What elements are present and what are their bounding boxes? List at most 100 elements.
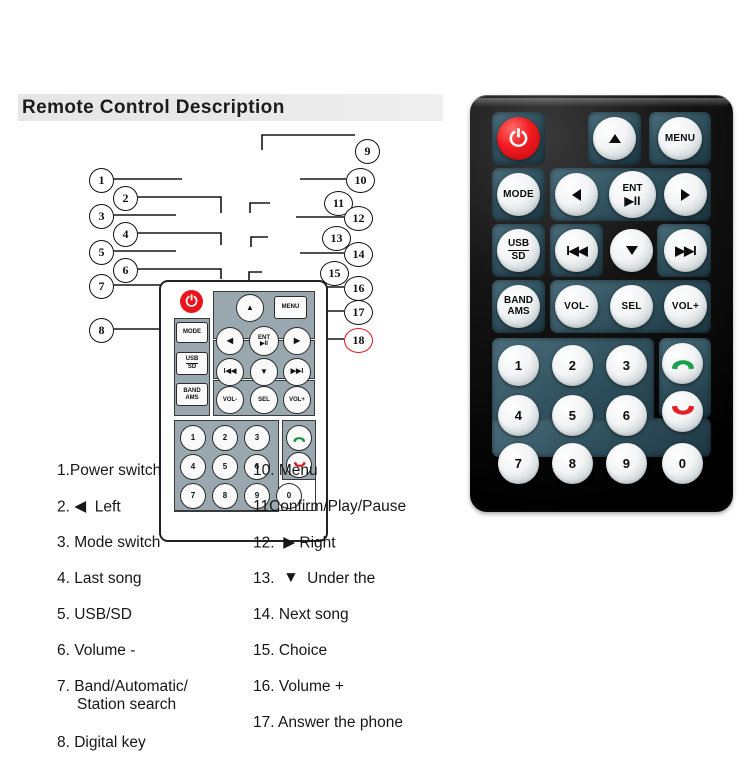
usb-sd-button[interactable]: USB SD	[497, 229, 540, 272]
small-sel-button[interactable]: SEL	[250, 386, 278, 414]
small-key-3[interactable]: 3	[255, 433, 259, 442]
small-mode-button[interactable]: MODE	[176, 322, 208, 343]
sel-label: SEL	[621, 300, 642, 312]
callout-7[interactable]: 7	[89, 274, 114, 299]
small-ams-label: AMS	[185, 394, 199, 401]
small-power-button[interactable]: ⏻	[180, 290, 203, 313]
key-6[interactable]: 6	[606, 395, 647, 436]
callout-8[interactable]: 8	[89, 318, 114, 343]
small-vol-up-label: VOL+	[289, 396, 305, 403]
callout-4[interactable]: 4	[113, 222, 138, 247]
description-item-7: 7. Band/Automatic/ Station search	[57, 678, 188, 713]
key-7[interactable]: 7	[498, 443, 539, 484]
small-up-button[interactable]: ▲	[236, 294, 264, 322]
power-icon: ⏻	[185, 293, 198, 310]
ams-label: AMS	[507, 305, 530, 317]
mode-button[interactable]: MODE	[497, 173, 540, 216]
small-menu-button[interactable]: MENU	[274, 296, 307, 319]
up-button[interactable]	[593, 117, 636, 160]
small-usb-label: USB	[185, 356, 199, 364]
small-vol-up-button[interactable]: VOL+	[283, 386, 311, 414]
callout-14[interactable]: 14	[344, 242, 373, 267]
small-down-button[interactable]: ▼	[250, 358, 278, 386]
description-item-5: 5. USB/SD	[57, 606, 132, 623]
select-button[interactable]: SEL	[610, 285, 653, 328]
small-prev-button[interactable]: I◀◀	[216, 358, 244, 386]
next-track-icon: ▶▶I	[290, 368, 304, 376]
callout-17[interactable]: 17	[344, 300, 373, 325]
remote-control-description-page: Remote Control Description ⏻ MODE USB SD…	[0, 0, 750, 751]
mode-label: MODE	[503, 188, 534, 200]
small-left-button[interactable]: ◀	[216, 327, 244, 355]
description-item-2: 2. ◀ Left	[57, 498, 121, 516]
down-arrow-icon	[625, 246, 638, 255]
description-item-14: 14. Next song	[253, 606, 349, 623]
ent-label: ENT	[622, 182, 643, 194]
key-9[interactable]: 9	[606, 443, 647, 484]
remote-photo: ⏻ MENU MODE ENT ▶II USB SD I◀◀ ▶▶I BAND …	[470, 95, 733, 512]
callout-16[interactable]: 16	[344, 276, 373, 301]
small-answer-call-button[interactable]	[286, 425, 312, 451]
band-ams-button[interactable]: BAND AMS	[497, 285, 540, 328]
description-item-11: 11Confirm/Play/Pause	[253, 498, 407, 515]
left-button[interactable]	[555, 173, 598, 216]
callout-12[interactable]: 12	[344, 206, 373, 231]
small-usb-sd-button[interactable]: USB SD	[176, 352, 208, 375]
key-4[interactable]: 4	[498, 395, 539, 436]
up-arrow-icon	[608, 134, 621, 143]
volume-down-button[interactable]: VOL-	[555, 285, 598, 328]
callout-18[interactable]: 18	[344, 328, 373, 353]
callout-5[interactable]: 5	[89, 240, 114, 265]
volume-up-label: VOL+	[671, 300, 700, 312]
key-0[interactable]: 0	[662, 443, 703, 484]
callout-6[interactable]: 6	[113, 258, 138, 283]
answer-call-button[interactable]	[662, 343, 703, 384]
key-5[interactable]: 5	[552, 395, 593, 436]
next-track-button[interactable]: ▶▶I	[664, 229, 707, 272]
power-button[interactable]: ⏻	[497, 117, 540, 160]
small-band-ams-button[interactable]: BAND AMS	[176, 383, 208, 406]
key-3[interactable]: 3	[606, 345, 647, 386]
band-label: BAND	[504, 295, 533, 306]
answer-call-icon	[292, 436, 305, 442]
description-list-left: 1.Power switch 2. ◀ Left 3. Mode switch …	[57, 462, 252, 770]
description-item-4: 4. Last song	[57, 570, 142, 587]
small-sel-label: SEL	[258, 396, 270, 403]
volume-up-button[interactable]: VOL+	[664, 285, 707, 328]
description-item-10: 10. Menu	[253, 462, 318, 479]
callout-3[interactable]: 3	[89, 204, 114, 229]
small-vol-down-button[interactable]: VOL-	[216, 386, 244, 414]
previous-track-button[interactable]: I◀◀	[555, 229, 598, 272]
callout-9[interactable]: 9	[355, 139, 380, 164]
down-arrow-icon: ▼	[283, 569, 299, 586]
small-right-button[interactable]: ▶	[283, 327, 311, 355]
down-button[interactable]	[610, 229, 653, 272]
description-list-right: 10. Menu 11Confirm/Play/Pause 12. ▶ Righ…	[253, 462, 473, 750]
small-ent-button[interactable]: ENT ▶II	[249, 326, 279, 356]
description-item-16: 16. Volume +	[253, 678, 344, 695]
callout-10[interactable]: 10	[346, 168, 375, 193]
right-arrow-icon: ▶	[293, 335, 301, 345]
callout-2[interactable]: 2	[113, 186, 138, 211]
small-mode-label: MODE	[183, 329, 201, 336]
left-arrow-icon	[572, 188, 581, 201]
next-track-icon: ▶▶I	[675, 243, 697, 258]
small-next-button[interactable]: ▶▶I	[283, 358, 311, 386]
key-2[interactable]: 2	[552, 345, 593, 386]
end-call-button[interactable]	[662, 391, 703, 432]
description-item-12: 12. ▶ Right	[253, 534, 336, 552]
small-key-1[interactable]: 1	[191, 433, 195, 442]
callout-1[interactable]: 1	[89, 168, 114, 193]
right-button[interactable]	[664, 173, 707, 216]
end-call-icon	[671, 405, 694, 415]
right-arrow-icon	[681, 188, 690, 201]
key-8[interactable]: 8	[552, 443, 593, 484]
key-1[interactable]: 1	[498, 345, 539, 386]
ent-play-pause-button[interactable]: ENT ▶II	[609, 171, 656, 218]
menu-button[interactable]: MENU	[658, 117, 702, 160]
small-key-2[interactable]: 2	[223, 433, 227, 442]
play-pause-icon: ▶II	[624, 193, 641, 208]
description-item-1: 1.Power switch	[57, 462, 162, 479]
small-sd-label: SD	[187, 364, 197, 370]
page-title: Remote Control Description	[22, 97, 285, 118]
